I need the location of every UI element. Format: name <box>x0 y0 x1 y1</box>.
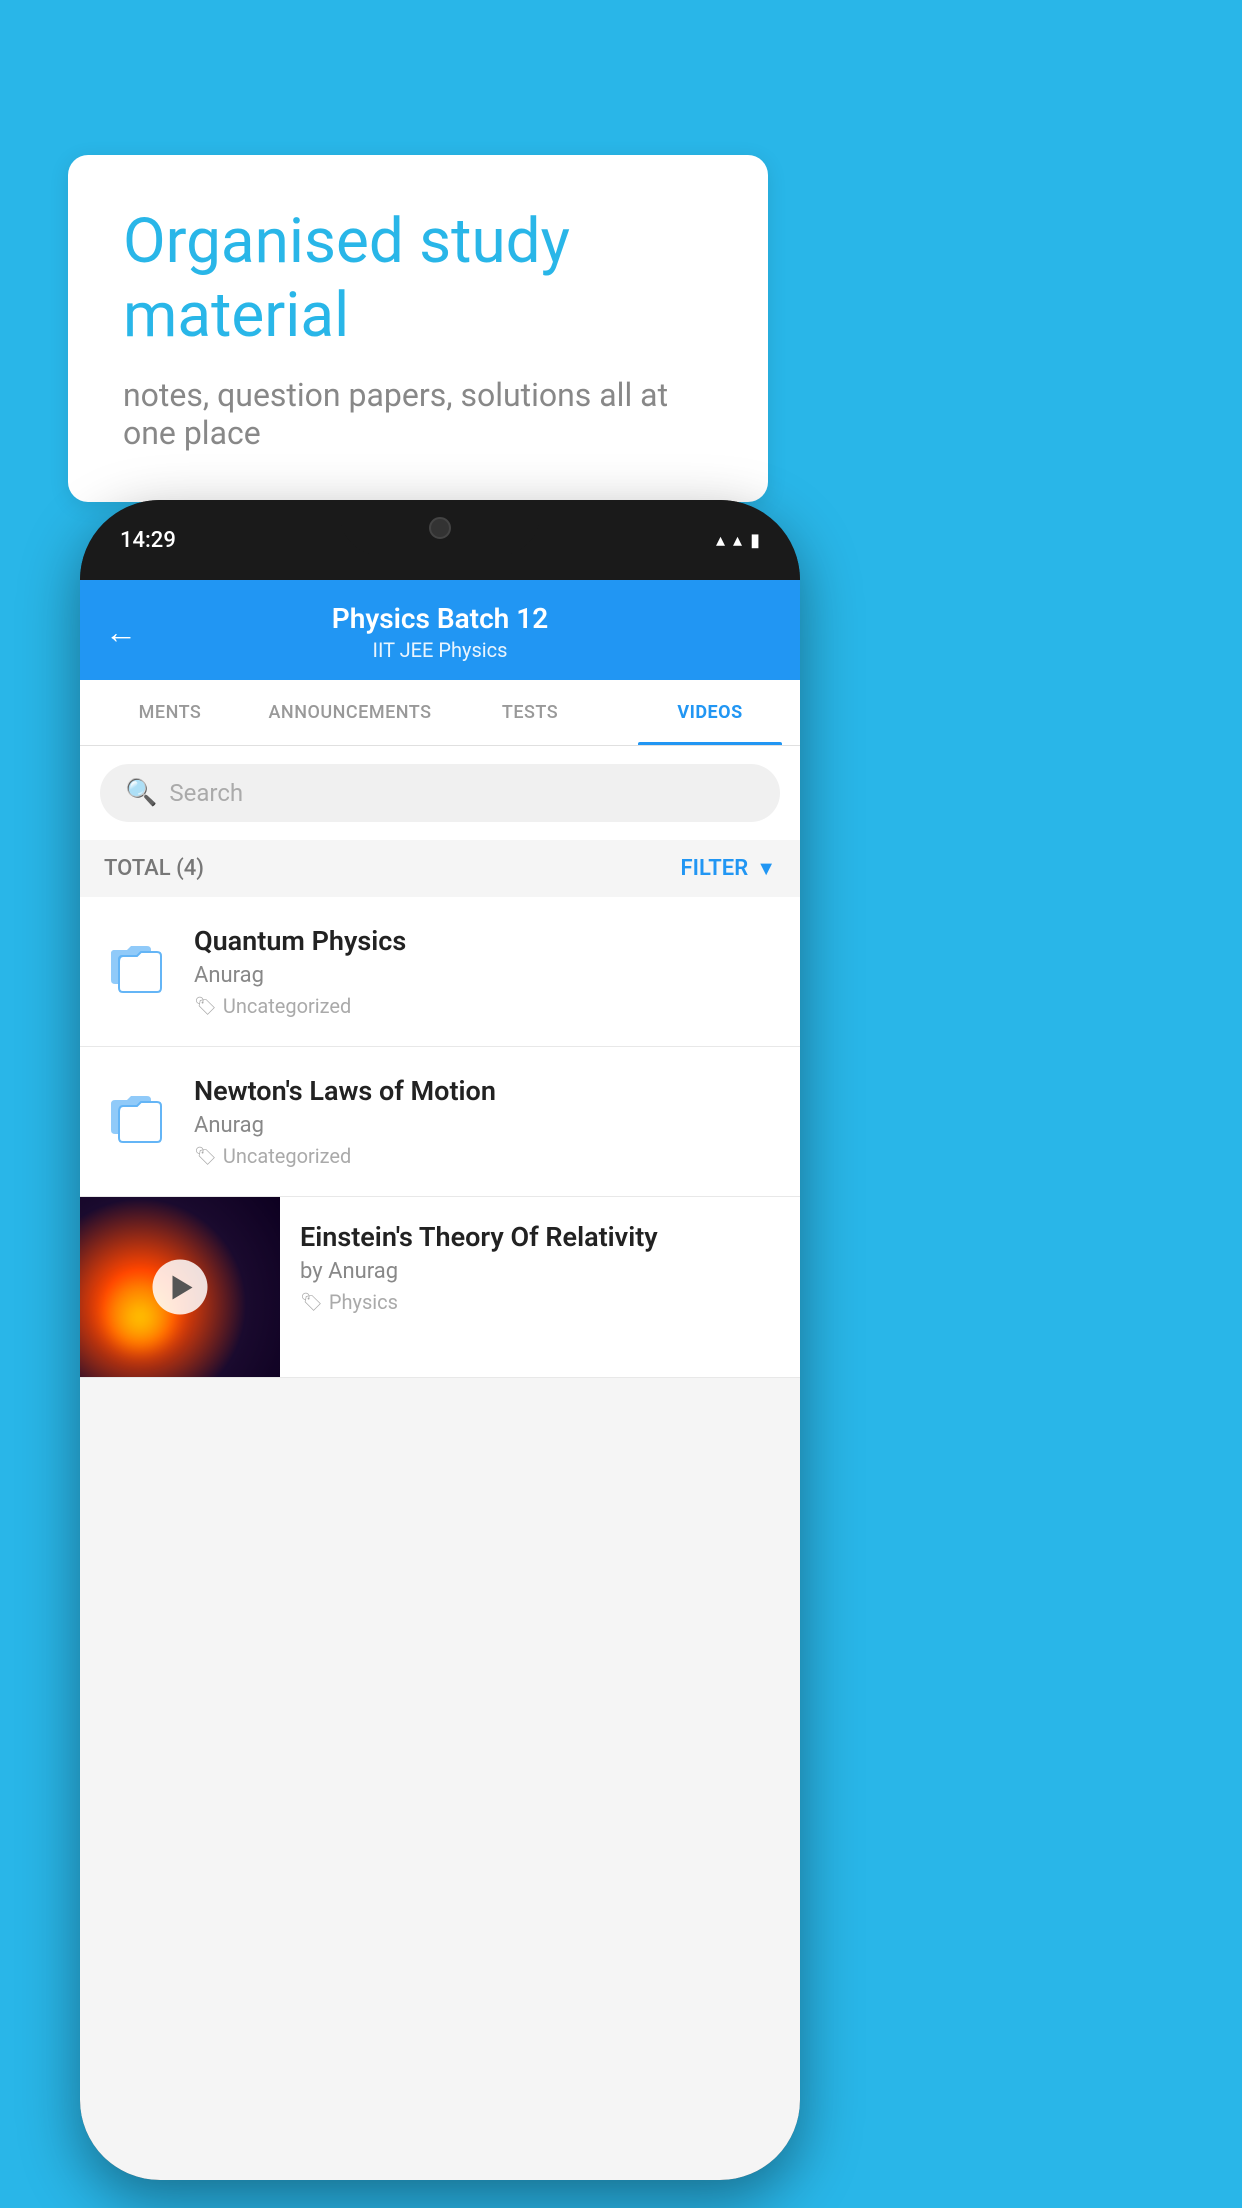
search-bar-container: 🔍 Search <box>80 746 800 840</box>
status-icons: ▴ ▴ ▮ <box>716 530 760 551</box>
list-item[interactable]: Newton's Laws of Motion Anurag 🏷 Uncateg… <box>80 1047 800 1197</box>
phone-frame: 14:29 ▴ ▴ ▮ ← Physics Batch 12 IIT JEE P… <box>80 500 800 2180</box>
status-bar: 14:29 ▴ ▴ ▮ <box>80 500 800 580</box>
folder-icon <box>104 1080 174 1150</box>
folder-icon <box>104 930 174 1000</box>
list-item[interactable]: Quantum Physics Anurag 🏷 Uncategorized <box>80 897 800 1047</box>
search-icon: 🔍 <box>125 778 157 808</box>
tag-label: Uncategorized <box>223 1144 351 1168</box>
battery-icon: ▮ <box>750 530 760 551</box>
app-header: ← Physics Batch 12 IIT JEE Physics <box>80 580 800 680</box>
video-tag: 🏷 Uncategorized <box>194 1144 776 1168</box>
tag-icon: 🏷 <box>194 996 217 1017</box>
tag-icon: 🏷 <box>194 1146 217 1167</box>
wifi-icon: ▴ <box>716 530 725 551</box>
batch-name: Physics Batch 12 <box>332 602 549 635</box>
total-count: TOTAL (4) <box>104 856 204 881</box>
video-info: Einstein's Theory Of Relativity by Anura… <box>280 1197 800 1338</box>
video-info: Quantum Physics Anurag 🏷 Uncategorized <box>194 925 776 1018</box>
filter-label: FILTER <box>681 856 749 881</box>
list-item[interactable]: Einstein's Theory Of Relativity by Anura… <box>80 1197 800 1378</box>
play-button[interactable] <box>153 1260 208 1315</box>
notch <box>340 500 540 555</box>
tab-announcements[interactable]: ANNOUNCEMENTS <box>260 680 440 745</box>
search-bar[interactable]: 🔍 Search <box>100 764 780 822</box>
header-title: Physics Batch 12 IIT JEE Physics <box>332 602 549 662</box>
tabs-bar: MENTS ANNOUNCEMENTS TESTS VIDEOS <box>80 680 800 746</box>
filter-row: TOTAL (4) FILTER ▼ <box>80 840 800 897</box>
content-list: Quantum Physics Anurag 🏷 Uncategorized <box>80 897 800 1378</box>
filter-button[interactable]: FILTER ▼ <box>681 856 776 881</box>
video-tag: 🏷 Physics <box>300 1290 780 1314</box>
speech-bubble-container: Organised study material notes, question… <box>68 155 768 502</box>
status-time: 14:29 <box>120 528 176 553</box>
tag-label: Uncategorized <box>223 994 351 1018</box>
video-author: by Anurag <box>300 1259 780 1284</box>
video-title: Newton's Laws of Motion <box>194 1075 776 1107</box>
video-tag: 🏷 Uncategorized <box>194 994 776 1018</box>
headline: Organised study material <box>123 205 713 354</box>
tab-videos[interactable]: VIDEOS <box>620 680 800 745</box>
speech-bubble: Organised study material notes, question… <box>68 155 768 502</box>
subtext: notes, question papers, solutions all at… <box>123 376 713 452</box>
tab-ments[interactable]: MENTS <box>80 680 260 745</box>
video-info: Newton's Laws of Motion Anurag 🏷 Uncateg… <box>194 1075 776 1168</box>
signal-icon: ▴ <box>733 530 742 551</box>
video-title: Quantum Physics <box>194 925 776 957</box>
video-title: Einstein's Theory Of Relativity <box>300 1221 780 1253</box>
back-button[interactable]: ← <box>105 613 137 651</box>
tab-tests[interactable]: TESTS <box>440 680 620 745</box>
video-thumbnail <box>80 1197 280 1377</box>
search-input-placeholder[interactable]: Search <box>169 779 243 807</box>
tag-icon: 🏷 <box>300 1292 323 1313</box>
play-triangle-icon <box>172 1275 192 1299</box>
phone-screen: ← Physics Batch 12 IIT JEE Physics MENTS… <box>80 580 800 2180</box>
video-author: Anurag <box>194 1113 776 1138</box>
batch-tags: IIT JEE Physics <box>332 638 549 662</box>
video-author: Anurag <box>194 963 776 988</box>
camera <box>429 517 451 539</box>
tag-label: Physics <box>329 1290 398 1314</box>
filter-icon: ▼ <box>756 856 776 881</box>
